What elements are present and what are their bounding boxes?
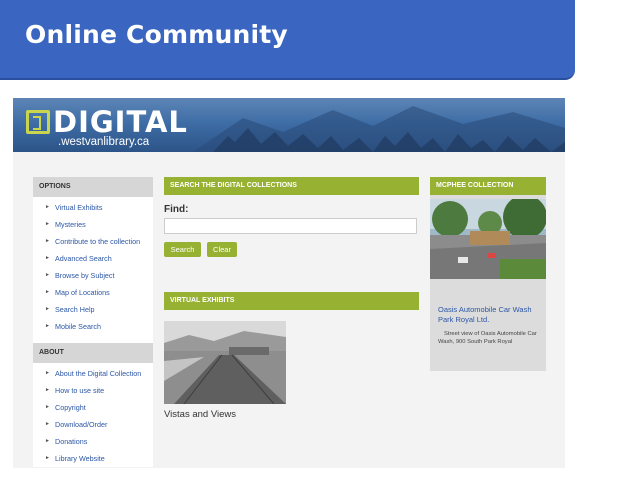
search-button[interactable]: Search bbox=[164, 242, 201, 257]
options-heading: OPTIONS bbox=[33, 177, 153, 197]
find-label: Find: bbox=[164, 204, 189, 215]
site-content: OPTIONS Virtual Exhibits Mysteries Contr… bbox=[13, 152, 565, 468]
vistas-caption[interactable]: Vistas and Views bbox=[164, 409, 236, 420]
sidebar-item-library-website[interactable]: Library Website bbox=[33, 452, 153, 465]
sidebar-item-copyright[interactable]: Copyright bbox=[33, 401, 153, 414]
vistas-photo-image bbox=[164, 321, 286, 404]
sidebar-item-browse-subject[interactable]: Browse by Subject bbox=[33, 269, 153, 282]
vistas-photo[interactable] bbox=[164, 321, 286, 404]
sidebar-item-mobile-search[interactable]: Mobile Search bbox=[33, 320, 153, 333]
site-logo-domain: .westvanlibrary.ca bbox=[58, 136, 150, 148]
sidebar-item-map-locations[interactable]: Map of Locations bbox=[33, 286, 153, 299]
search-heading: SEARCH THE DIGITAL COLLECTIONS bbox=[164, 177, 419, 195]
mcphee-panel: MCPHEE COLLECTION Oasis Automobile Car W… bbox=[430, 177, 546, 371]
sidebar-item-virtual-exhibits[interactable]: Virtual Exhibits bbox=[33, 201, 153, 214]
slide-title: Online Community bbox=[25, 20, 288, 49]
website-screenshot: DIGITAL .westvanlibrary.ca OPTIONS Virtu… bbox=[13, 98, 565, 468]
options-list: Virtual Exhibits Mysteries Contribute to… bbox=[33, 197, 153, 343]
mcphee-item-title[interactable]: Oasis Automobile Car Wash Park Royal Ltd… bbox=[438, 305, 542, 325]
site-logo[interactable]: DIGITAL bbox=[53, 105, 188, 139]
clear-button[interactable]: Clear bbox=[207, 242, 237, 257]
sidebar-item-advanced-search[interactable]: Advanced Search bbox=[33, 252, 153, 265]
site-banner: DIGITAL .westvanlibrary.ca bbox=[13, 98, 565, 152]
virtual-exhibits-heading: VIRTUAL EXHIBITS bbox=[164, 292, 419, 310]
about-heading: ABOUT bbox=[33, 343, 153, 363]
mcphee-item-description: Street view of Oasis Automobile Car Wash… bbox=[438, 331, 537, 345]
sidebar-item-about-collection[interactable]: About the Digital Collection bbox=[33, 367, 153, 380]
sidebar-item-contribute[interactable]: Contribute to the collection bbox=[33, 235, 153, 248]
mcphee-heading: MCPHEE COLLECTION bbox=[430, 177, 546, 195]
sidebar-item-search-help[interactable]: Search Help bbox=[33, 303, 153, 316]
sidebar: OPTIONS Virtual Exhibits Mysteries Contr… bbox=[33, 177, 153, 467]
slide-title-bar: Online Community bbox=[0, 0, 575, 80]
sidebar-item-download-order[interactable]: Download/Order bbox=[33, 418, 153, 431]
find-input[interactable] bbox=[164, 218, 417, 234]
sidebar-item-how-to-use[interactable]: How to use site bbox=[33, 384, 153, 397]
car-wash-photo[interactable] bbox=[430, 199, 546, 279]
about-list: About the Digital Collection How to use … bbox=[33, 363, 153, 468]
sidebar-item-donations[interactable]: Donations bbox=[33, 435, 153, 448]
digital-logo-icon bbox=[26, 110, 50, 134]
sidebar-item-mysteries[interactable]: Mysteries bbox=[33, 218, 153, 231]
car-wash-photo-image bbox=[430, 199, 546, 279]
